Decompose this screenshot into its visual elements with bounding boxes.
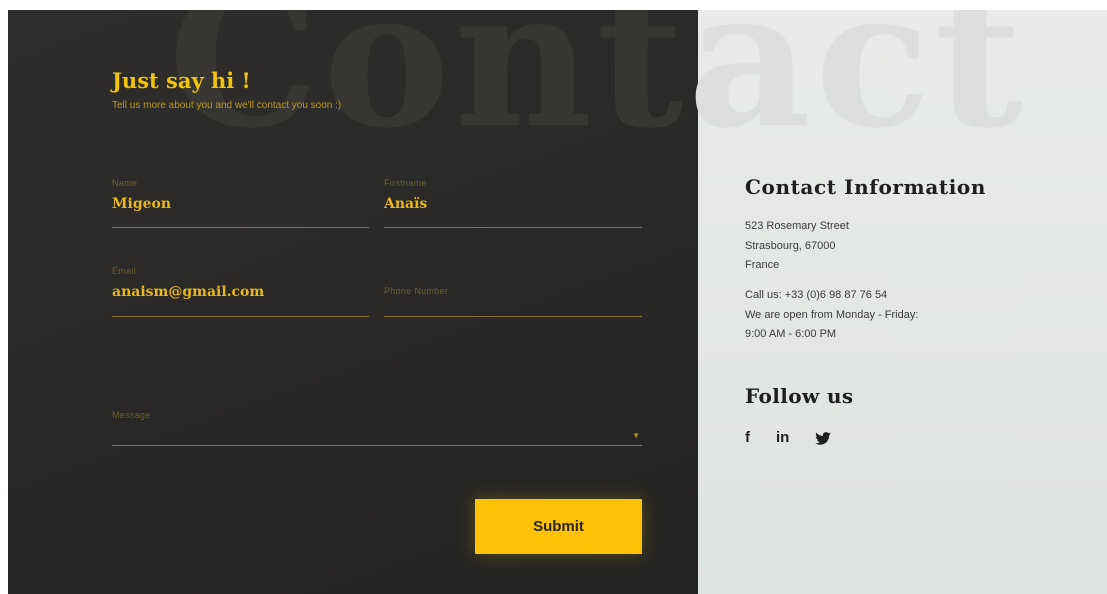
opening-days: We are open from Monday - Friday: bbox=[745, 308, 919, 321]
follow-us-title: Follow us bbox=[745, 384, 854, 408]
phone-number: Call us: +33 (0)6 98 87 76 54 bbox=[745, 289, 888, 301]
firstname-field[interactable]: Firstname Anaïs bbox=[384, 178, 642, 228]
phone-underline bbox=[384, 316, 642, 317]
email-underline bbox=[112, 316, 369, 317]
address-city: Strasbourg, 67000 bbox=[745, 239, 836, 252]
name-input[interactable]: Migeon bbox=[112, 196, 369, 214]
contact-page: Contact Just say hi ! Tell us more about… bbox=[8, 10, 1107, 594]
form-subheading: Tell us more about you and we'll contact… bbox=[112, 100, 342, 111]
name-field[interactable]: Name Migeon bbox=[112, 178, 369, 228]
facebook-icon[interactable]: f bbox=[745, 429, 750, 447]
email-label: Email bbox=[112, 266, 137, 276]
contact-info: Contact Information 523 Rosemary Street … bbox=[698, 10, 1107, 594]
resize-caret-icon[interactable]: ▼ bbox=[632, 431, 640, 440]
form-heading: Just say hi ! bbox=[112, 68, 251, 93]
social-links: f in bbox=[745, 429, 857, 447]
address-street: 523 Rosemary Street bbox=[745, 220, 849, 232]
message-label: Message bbox=[112, 410, 151, 420]
name-label: Name bbox=[112, 178, 138, 188]
phone-field[interactable]: Phone Number bbox=[384, 266, 642, 317]
address-block: 523 Rosemary Street Strasbourg, 67000 Fr… bbox=[745, 217, 849, 276]
hours-block: Call us: +33 (0)6 98 87 76 54 We are ope… bbox=[745, 286, 918, 345]
address-country: France bbox=[745, 259, 780, 271]
email-field[interactable]: Email anaism@gmail.com bbox=[112, 266, 369, 317]
message-underline bbox=[112, 445, 642, 446]
contact-info-title: Contact Information bbox=[745, 175, 986, 199]
twitter-icon[interactable] bbox=[815, 431, 832, 445]
firstname-underline bbox=[384, 227, 642, 228]
submit-button[interactable]: Submit bbox=[475, 499, 642, 554]
opening-hours: 9:00 AM - 6:00 PM bbox=[745, 328, 837, 340]
email-input[interactable]: anaism@gmail.com bbox=[112, 284, 369, 302]
name-underline bbox=[112, 227, 369, 228]
phone-label: Phone Number bbox=[384, 286, 449, 296]
linkedin-icon[interactable]: in bbox=[776, 429, 789, 447]
message-field[interactable]: Message ▼ bbox=[112, 410, 642, 446]
firstname-input[interactable]: Anaïs bbox=[384, 196, 642, 214]
firstname-label: Firstname bbox=[384, 178, 427, 188]
